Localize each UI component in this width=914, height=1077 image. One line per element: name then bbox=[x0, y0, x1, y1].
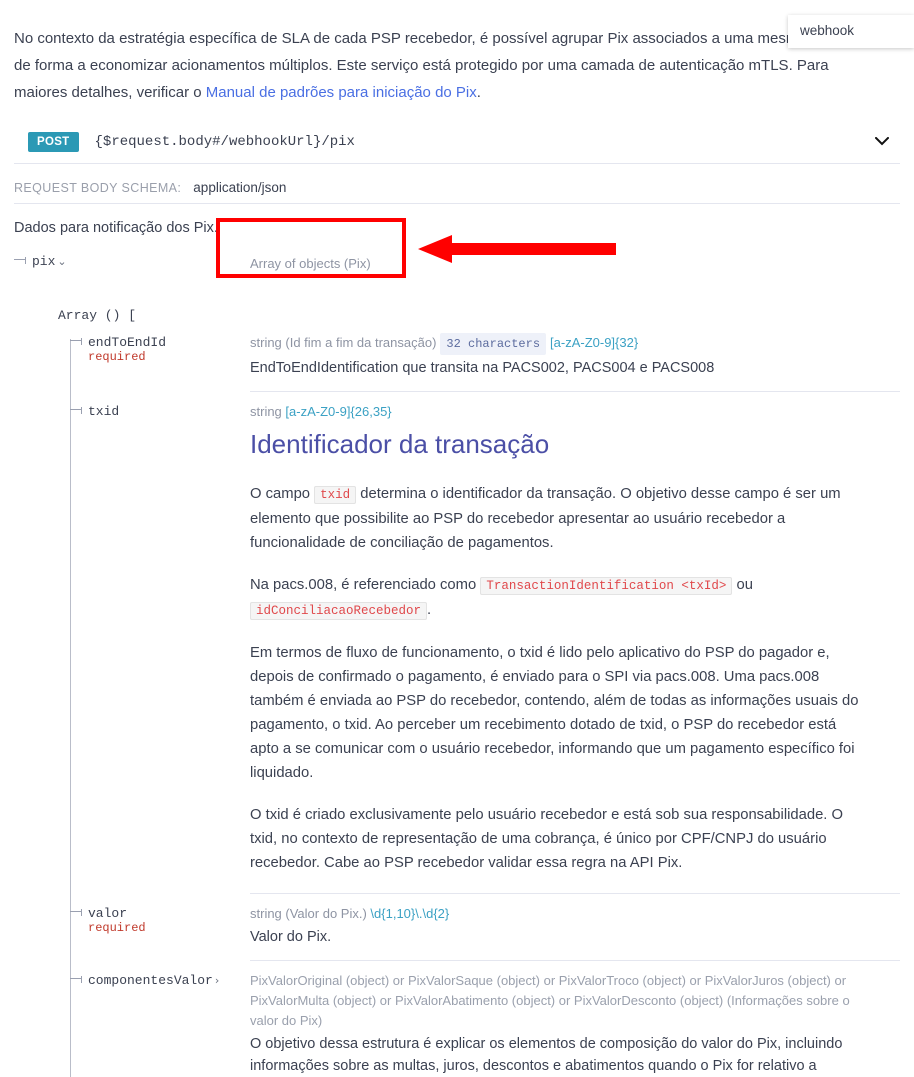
tree-key-componentesvalor[interactable]: componentesValor › bbox=[14, 971, 250, 1077]
tree-row-endtoendid: endToEndId required string (Id fim a fim… bbox=[14, 333, 900, 402]
tree-value-endtoendid: string (Id fim a fim da transação) 32 cha… bbox=[250, 333, 900, 402]
txid-paragraph-3: Em termos de fluxo de funcionamento, o t… bbox=[250, 645, 859, 781]
operation-summary-bar[interactable]: POST {$request.body#/webhookUrl}/pix bbox=[14, 126, 900, 164]
field-type-line: string [a-zA-Z0-9]{26,35} bbox=[250, 402, 900, 422]
tree-children: endToEndId required string (Id fim a fim… bbox=[14, 333, 900, 1077]
tree-value-valor: string (Valor do Pix.) \d{1,10}\.\d{2} V… bbox=[250, 904, 900, 971]
field-description: Valor do Pix. bbox=[250, 929, 332, 945]
intro-text-part2: . bbox=[476, 84, 481, 101]
txid-p1-a: O campo bbox=[250, 486, 315, 502]
request-body-schema-row: REQUEST BODY SCHEMA: application/json bbox=[14, 180, 900, 204]
collapse-toggle-icon[interactable] bbox=[70, 908, 82, 916]
field-separator bbox=[250, 391, 900, 392]
txid-paragraph-2: Na pacs.008, é referenciado como Transac… bbox=[250, 573, 860, 623]
tree-row-valor: valor required string (Valor do Pix.) \d… bbox=[14, 904, 900, 971]
array-open-marker: Array () [ bbox=[58, 308, 137, 323]
operation-path: {$request.body#/webhookUrl}/pix bbox=[94, 133, 355, 150]
chevron-right-icon[interactable]: › bbox=[215, 974, 219, 987]
tree-row-pix: pix ⌄ Array of objects (Pix) bbox=[14, 252, 900, 274]
field-type: Array of objects (Pix) bbox=[250, 256, 371, 271]
collapse-toggle-icon[interactable] bbox=[70, 406, 82, 414]
request-body-schema-label: REQUEST BODY SCHEMA: bbox=[14, 181, 182, 195]
field-name: txid bbox=[88, 404, 120, 419]
tree-value-pix: Array of objects (Pix) bbox=[250, 252, 900, 274]
txid-p2-a: Na pacs.008, é referenciado como bbox=[250, 577, 481, 593]
schema-description: Dados para notificação dos Pix. bbox=[14, 220, 218, 236]
tree-key-pix[interactable]: pix ⌄ bbox=[14, 252, 250, 274]
field-description: O objetivo dessa estrutura é explicar os… bbox=[250, 1036, 843, 1074]
request-body-schema-value[interactable]: application/json bbox=[193, 180, 286, 195]
field-separator bbox=[250, 960, 900, 961]
field-type-line: string (Valor do Pix.) \d{1,10}\.\d{2} bbox=[250, 904, 900, 924]
intro-paragraph: No contexto da estratégia específica de … bbox=[14, 15, 874, 106]
length-badge: 32 characters bbox=[440, 333, 547, 355]
field-name: componentesValor bbox=[88, 973, 213, 988]
required-label: required bbox=[88, 350, 146, 364]
chevron-down-icon[interactable]: ⌄ bbox=[57, 255, 66, 268]
field-separator bbox=[250, 893, 900, 894]
field-type-line: string (Id fim a fim da transação) 32 cha… bbox=[250, 333, 900, 355]
http-method-badge: POST bbox=[28, 131, 79, 152]
tree-key-valor[interactable]: valor required bbox=[14, 904, 250, 971]
field-name: pix bbox=[32, 254, 56, 269]
manual-padroes-link[interactable]: Manual de padrões para iniciação do Pix bbox=[206, 84, 477, 101]
tree-value-txid: string [a-zA-Z0-9]{26,35} Identificador … bbox=[250, 402, 900, 904]
webhook-popup-label: webhook bbox=[800, 23, 855, 38]
txid-paragraph-4: O txid é criado exclusivamente pelo usuá… bbox=[250, 807, 844, 871]
field-name: endToEndId bbox=[88, 335, 167, 350]
webhook-popup[interactable]: webhook bbox=[788, 15, 914, 48]
txid-paragraph-1: O campo txid determina o identificador d… bbox=[250, 482, 860, 555]
inline-code-txid: txid bbox=[314, 486, 357, 504]
documentation-page: No contexto da estratégia específica de … bbox=[0, 15, 914, 1077]
required-label: required bbox=[88, 921, 146, 935]
collapse-toggle-icon[interactable] bbox=[14, 256, 26, 264]
field-type: string (Id fim a fim da transação) bbox=[250, 335, 437, 350]
field-pattern: \d{1,10}\.\d{2} bbox=[370, 906, 450, 921]
tree-key-endtoendid[interactable]: endToEndId required bbox=[14, 333, 250, 402]
inline-code-idconciliacaorecebedor: idConciliacaoRecebedor bbox=[250, 602, 428, 620]
txid-p2-b: ou bbox=[732, 577, 753, 593]
field-pattern: [a-zA-Z0-9]{26,35} bbox=[285, 404, 392, 419]
field-type: string (Valor do Pix.) bbox=[250, 906, 367, 921]
schema-tree: pix ⌄ Array of objects (Pix) Array () [ e… bbox=[14, 252, 900, 1077]
tree-row-txid: txid string [a-zA-Z0-9]{26,35} Identific… bbox=[14, 402, 900, 904]
inline-code-transactionidentification: TransactionIdentification <txId> bbox=[480, 577, 733, 595]
tree-row-componentesvalor: componentesValor › PixValorOriginal (obje… bbox=[14, 971, 900, 1077]
txid-p2-c: . bbox=[427, 602, 432, 618]
chevron-down-icon[interactable] bbox=[872, 132, 892, 152]
field-description: EndToEndIdentification que transita na P… bbox=[250, 360, 715, 376]
field-type: string bbox=[250, 404, 282, 419]
field-name: valor bbox=[88, 906, 128, 921]
txid-heading: Identificador da transação bbox=[250, 429, 550, 459]
tree-value-componentesvalor: PixValorOriginal (object) or PixValorSaq… bbox=[250, 971, 900, 1077]
field-type: PixValorOriginal (object) or PixValorSaq… bbox=[250, 973, 850, 1028]
field-pattern: [a-zA-Z0-9]{32} bbox=[550, 335, 639, 350]
collapse-toggle-icon[interactable] bbox=[70, 975, 82, 983]
collapse-toggle-icon[interactable] bbox=[70, 337, 82, 345]
tree-key-txid[interactable]: txid bbox=[14, 402, 250, 904]
